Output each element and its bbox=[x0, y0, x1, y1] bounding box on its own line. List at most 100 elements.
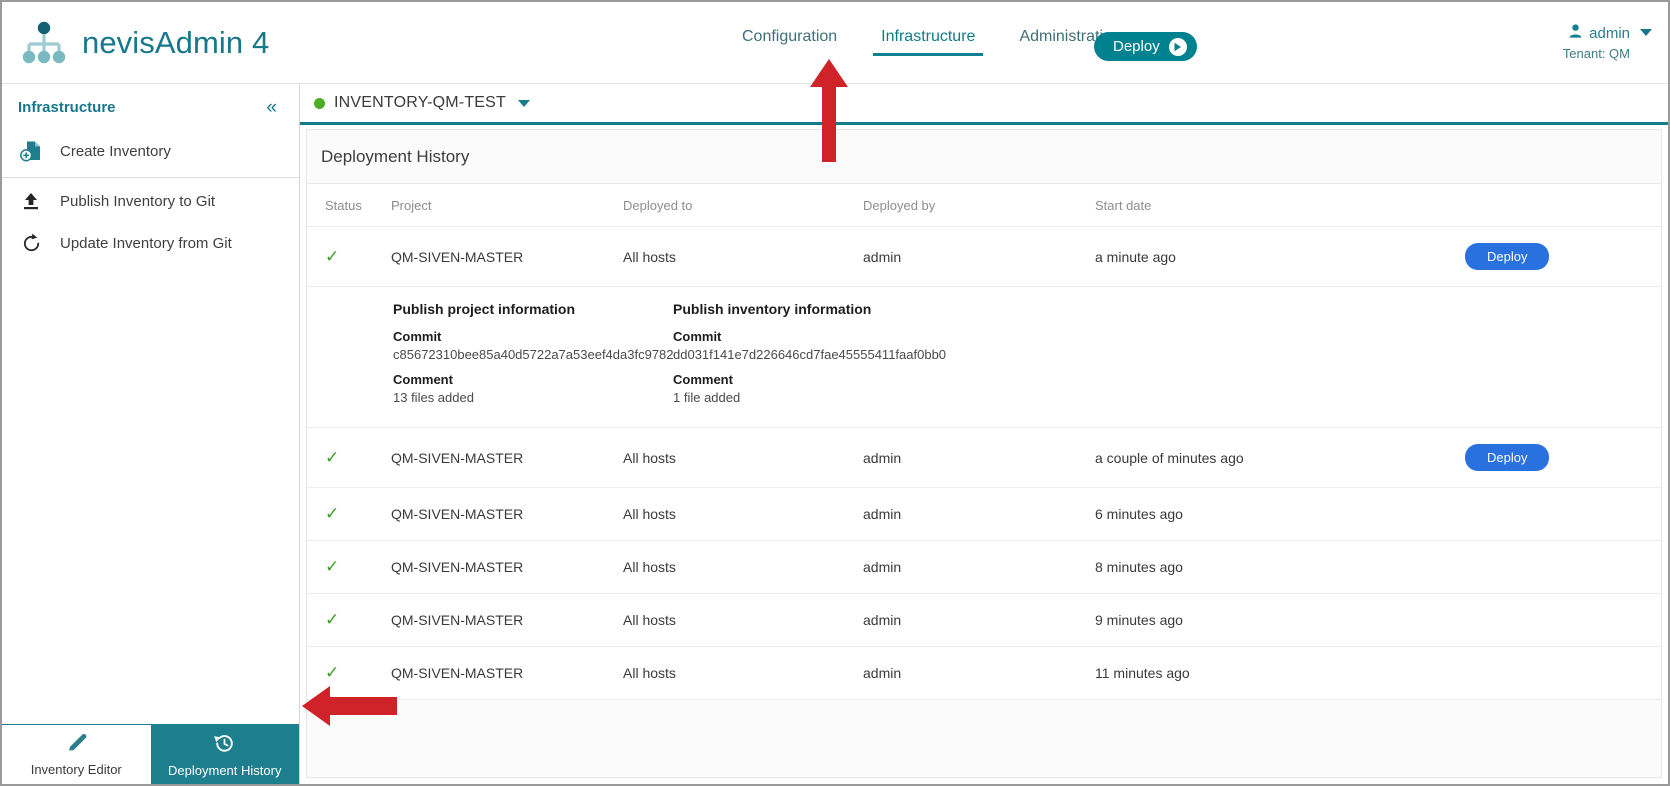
nav-item-infrastructure[interactable]: Infrastructure bbox=[859, 28, 997, 56]
main-navigation: Configuration Infrastructure Administrat… bbox=[720, 28, 1143, 56]
chevron-down-icon[interactable] bbox=[1640, 29, 1652, 36]
tab-inventory-editor[interactable]: Inventory Editor bbox=[2, 725, 151, 784]
inventory-selector[interactable]: INVENTORY-QM-TEST bbox=[300, 84, 1668, 125]
header-deploy-label: Deploy bbox=[1113, 38, 1160, 55]
sidebar-item-label: Publish Inventory to Git bbox=[60, 192, 216, 210]
sidebar-item-label: Create Inventory bbox=[60, 142, 171, 160]
sidebar-item-create-inventory[interactable]: Create Inventory bbox=[2, 129, 299, 173]
table-row[interactable]: ✓ QM-SIVEN-MASTER All hosts admin a coup… bbox=[307, 427, 1661, 488]
cell-start-date: 8 minutes ago bbox=[1095, 540, 1465, 594]
column-header-deployed-by: Deployed by bbox=[863, 184, 1095, 227]
table-row[interactable]: ✓ QM-SIVEN-MASTER All hosts admin a minu… bbox=[307, 226, 1661, 287]
inventory-name: INVENTORY-QM-TEST bbox=[334, 94, 507, 111]
nav-item-configuration[interactable]: Configuration bbox=[720, 28, 859, 56]
column-header-project: Project bbox=[391, 184, 623, 227]
row-deploy-button[interactable]: Deploy bbox=[1465, 243, 1550, 270]
table-row[interactable]: ✓ QM-SIVEN-MASTER All hosts admin 9 minu… bbox=[307, 593, 1661, 647]
sidebar-bottom-tabs: Inventory Editor Deployment History bbox=[2, 724, 299, 784]
cell-start-date: 6 minutes ago bbox=[1095, 487, 1465, 541]
application-window: nevisAdmin 4 Configuration Infrastructur… bbox=[0, 0, 1670, 786]
detail-heading: Publish project information bbox=[393, 301, 576, 317]
cell-project: QM-SIVEN-MASTER bbox=[391, 646, 623, 700]
column-header-deployed-to: Deployed to bbox=[623, 184, 863, 227]
cell-status: ✓ bbox=[307, 427, 391, 488]
detail-comment-label: Comment bbox=[673, 372, 733, 387]
detail-commit-value: dd031f141e7d226646cd7fae45555411faaf0bb0 bbox=[673, 347, 947, 362]
status-dot-icon bbox=[314, 97, 325, 109]
table-body: ✓ QM-SIVEN-MASTER All hosts admin a minu… bbox=[307, 226, 1661, 700]
cell-status: ✓ bbox=[307, 226, 391, 287]
table-row-detail: Publish project information Commit c8567… bbox=[307, 286, 1661, 428]
cell-project: QM-SIVEN-MASTER bbox=[391, 487, 623, 541]
sidebar-title: Infrastructure bbox=[18, 99, 116, 116]
cell-deployed-to: All hosts bbox=[623, 646, 863, 700]
cell-deployed-by: admin bbox=[863, 646, 1095, 700]
brand[interactable]: nevisAdmin 4 bbox=[20, 21, 269, 65]
cell-deployed-to: All hosts bbox=[623, 487, 863, 541]
header-deploy-button[interactable]: Deploy bbox=[1094, 32, 1197, 61]
detail-commit-label: Commit bbox=[393, 329, 442, 344]
tab-label: Inventory Editor bbox=[30, 761, 122, 777]
table-row[interactable]: ✓ QM-SIVEN-MASTER All hosts admin 6 minu… bbox=[307, 487, 1661, 541]
row-deploy-button[interactable]: Deploy bbox=[1465, 444, 1550, 471]
cell-start-date: 11 minutes ago bbox=[1095, 646, 1465, 700]
tab-deployment-history[interactable]: Deployment History bbox=[150, 725, 299, 784]
user-name: admin bbox=[1589, 24, 1630, 42]
cell-start-date: a minute ago bbox=[1095, 226, 1465, 287]
play-circle-icon bbox=[1168, 37, 1187, 56]
deployment-history-table: Status Project Deployed to Deployed by S… bbox=[307, 184, 1661, 700]
check-icon: ✓ bbox=[325, 663, 340, 682]
hierarchy-logo-icon bbox=[20, 21, 68, 65]
table-row[interactable]: ✓ QM-SIVEN-MASTER All hosts admin 8 minu… bbox=[307, 540, 1661, 594]
sidebar: Infrastructure « Create Inventory Publis… bbox=[2, 84, 300, 784]
brand-name: nevisAdmin 4 bbox=[82, 24, 270, 60]
sidebar-item-update-inventory-from-git[interactable]: Update Inventory from Git bbox=[2, 222, 299, 265]
check-icon: ✓ bbox=[325, 504, 340, 523]
cell-actions bbox=[1465, 540, 1661, 594]
cell-deployed-to: All hosts bbox=[623, 226, 863, 287]
cell-actions bbox=[1465, 593, 1661, 647]
tab-label: Deployment History bbox=[168, 762, 282, 778]
cell-project: QM-SIVEN-MASTER bbox=[391, 540, 623, 594]
detail-commit-label: Commit bbox=[673, 329, 722, 344]
cell-project: QM-SIVEN-MASTER bbox=[391, 226, 623, 287]
pencil-icon bbox=[66, 733, 87, 757]
page-body: Infrastructure « Create Inventory Publis… bbox=[2, 84, 1668, 784]
cell-status: ✓ bbox=[307, 487, 391, 541]
table-row[interactable]: ✓ QM-SIVEN-MASTER All hosts admin 11 min… bbox=[307, 646, 1661, 700]
detail-inventory-section: Publish inventory information Commit dd0… bbox=[673, 301, 1173, 405]
file-add-icon bbox=[18, 140, 44, 162]
check-icon: ✓ bbox=[325, 246, 340, 266]
detail-comment-label: Comment bbox=[393, 372, 453, 387]
sidebar-item-publish-inventory-to-git[interactable]: Publish Inventory to Git bbox=[2, 180, 299, 222]
cell-actions bbox=[1465, 646, 1661, 700]
detail-project-section: Publish project information Commit c8567… bbox=[307, 301, 674, 405]
main-content: INVENTORY-QM-TEST Deployment History Sta… bbox=[300, 84, 1668, 784]
tenant-label: Tenant: QM bbox=[1562, 46, 1630, 61]
detail-commit-value: c85672310bee85a40d5722a7a53eef4da3fc9782 bbox=[393, 347, 674, 362]
table-header-row: Status Project Deployed to Deployed by S… bbox=[307, 184, 1661, 227]
cell-deployed-by: admin bbox=[863, 487, 1095, 541]
cell-start-date: 9 minutes ago bbox=[1095, 593, 1465, 647]
user-menu[interactable]: admin Tenant: QM bbox=[1562, 24, 1652, 62]
cell-status: ✓ bbox=[307, 593, 391, 647]
history-clock-icon bbox=[213, 732, 236, 758]
page-title: Deployment History bbox=[321, 147, 470, 166]
upload-icon bbox=[18, 191, 44, 211]
deployment-history-table-wrapper: Status Project Deployed to Deployed by S… bbox=[307, 183, 1661, 700]
cell-deployed-by: admin bbox=[863, 593, 1095, 647]
cell-status: ✓ bbox=[307, 646, 391, 700]
check-icon: ✓ bbox=[325, 447, 340, 467]
check-icon: ✓ bbox=[325, 610, 340, 629]
check-icon: ✓ bbox=[325, 557, 340, 576]
cell-project: QM-SIVEN-MASTER bbox=[391, 427, 623, 488]
cell-deployed-by: admin bbox=[863, 226, 1095, 287]
sidebar-item-label: Update Inventory from Git bbox=[60, 235, 232, 252]
cell-project: QM-SIVEN-MASTER bbox=[391, 593, 623, 647]
chevron-down-icon[interactable] bbox=[518, 99, 531, 107]
refresh-icon bbox=[18, 233, 44, 254]
chevron-double-left-icon[interactable]: « bbox=[266, 98, 277, 117]
column-header-start-date: Start date bbox=[1095, 184, 1465, 227]
cell-actions: Deploy bbox=[1465, 427, 1661, 488]
